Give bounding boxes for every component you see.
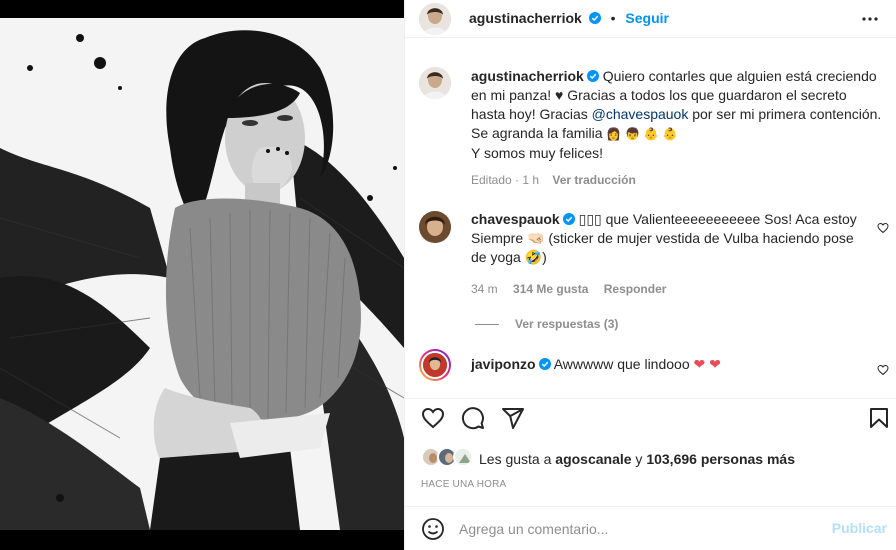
see-replies-label: Ver respuestas (3) (515, 317, 619, 331)
verified-icon (538, 358, 551, 370)
translate-link[interactable]: Ver traducción (552, 173, 635, 187)
commenter-username[interactable]: chavespauok (471, 211, 560, 227)
avatar-image (421, 351, 449, 379)
post-panel: agustinacherriok • Seguir agustinacherri… (404, 0, 896, 550)
emoji-icon[interactable] (421, 517, 445, 541)
likes-count[interactable]: 103,696 personas más (646, 451, 795, 467)
caption-time[interactable]: 1 h (522, 173, 539, 187)
post-photo-image (0, 18, 404, 530)
comment-text: javiponzo Awwwww que lindooo ❤ ❤ (471, 355, 851, 374)
reply-button[interactable]: Responder (604, 282, 667, 296)
caption-username[interactable]: agustinacherriok (471, 68, 584, 84)
verified-icon (588, 12, 601, 24)
header-title: agustinacherriok • Seguir (469, 10, 669, 26)
hearts-emoji: ❤ ❤ (693, 356, 721, 372)
see-replies-button[interactable]: Ver respuestas (3) (475, 317, 618, 331)
caption-text: agustinacherriok Quiero contarles que al… (471, 67, 883, 163)
avatar-image (419, 67, 451, 99)
comments-list[interactable]: agustinacherriok Quiero contarles que al… (405, 39, 896, 399)
media-column (0, 0, 404, 550)
comment-line: Awwwww que lindooo (553, 356, 690, 372)
caption-line: en mi panza! ♥ Gracias a todos los que g… (471, 87, 847, 103)
likes-connector: y (631, 451, 647, 467)
more-options-icon[interactable] (861, 11, 879, 27)
follow-button[interactable]: Seguir (625, 10, 669, 26)
caption-line: Se agranda la familia (471, 125, 607, 141)
likes-summary: Les gusta a agoscanale y 103,696 persona… (421, 447, 891, 469)
heart-icon[interactable] (421, 406, 445, 430)
caption-line: por ser mi primera contención. (688, 106, 882, 122)
comment-time[interactable]: 34 m (471, 282, 498, 296)
action-bar (405, 400, 896, 440)
comment-line: Siempre 🤜🏻 (sticker de mujer vestida de … (471, 230, 854, 246)
comment-icon[interactable] (461, 406, 485, 430)
commenter-avatar[interactable] (419, 349, 451, 381)
family-emoji: 👩 👦 👶 👶 (606, 127, 678, 141)
comment-line: ▯▯▯ que Valienteeeeeeeeeee Sos! Aca esto… (578, 211, 857, 227)
liker-username[interactable]: agoscanale (555, 451, 631, 467)
post-photo[interactable] (0, 18, 404, 530)
caption-author-avatar[interactable] (419, 67, 451, 99)
comment-likes[interactable]: 314 Me gusta (513, 282, 588, 296)
author-username[interactable]: agustinacherriok (469, 10, 582, 26)
likes-text: Les gusta a agoscanale y 103,696 persona… (479, 451, 795, 467)
comment-composer: Publicar (405, 506, 896, 550)
share-icon[interactable] (501, 406, 525, 430)
commenter-avatar[interactable] (419, 211, 451, 243)
avatar-image (455, 449, 471, 465)
caption-meta: Editado · 1 h Ver traducción (471, 173, 636, 187)
like-comment-heart-icon[interactable] (877, 222, 889, 234)
publish-button[interactable]: Publicar (832, 520, 887, 536)
replies-divider (475, 323, 499, 325)
comment-meta: 34 m 314 Me gusta Responder (471, 282, 666, 296)
avatar-image (419, 3, 451, 35)
caption-line: Quiero contarles que alguien está crecie… (602, 68, 877, 84)
comment-input[interactable] (459, 519, 799, 539)
instagram-post-modal: agustinacherriok • Seguir agustinacherri… (0, 0, 896, 550)
avatar-image (419, 211, 451, 243)
caption-line: Y somos muy felices! (471, 145, 604, 161)
comment-line: de yoga 🤣) (471, 249, 547, 265)
post-header: agustinacherriok • Seguir (405, 0, 896, 38)
likes-prefix: Les gusta a (479, 451, 556, 467)
liker-avatar[interactable] (453, 447, 473, 467)
commenter-username[interactable]: javiponzo (471, 356, 536, 372)
verified-icon (586, 70, 599, 82)
edited-label: Editado (471, 173, 512, 187)
mention-link[interactable]: @chavespauok (592, 106, 689, 122)
comment-text: chavespauok ▯▯▯ que Valienteeeeeeeeeee S… (471, 210, 883, 267)
save-icon[interactable] (867, 406, 891, 430)
separator-dot: • (610, 10, 616, 26)
caption-line: hasta hoy! Gracias (471, 106, 592, 122)
verified-icon (562, 213, 575, 225)
author-avatar[interactable] (419, 3, 451, 35)
post-timestamp[interactable]: HACE UNA HORA (421, 479, 506, 490)
like-comment-heart-icon[interactable] (877, 364, 889, 376)
